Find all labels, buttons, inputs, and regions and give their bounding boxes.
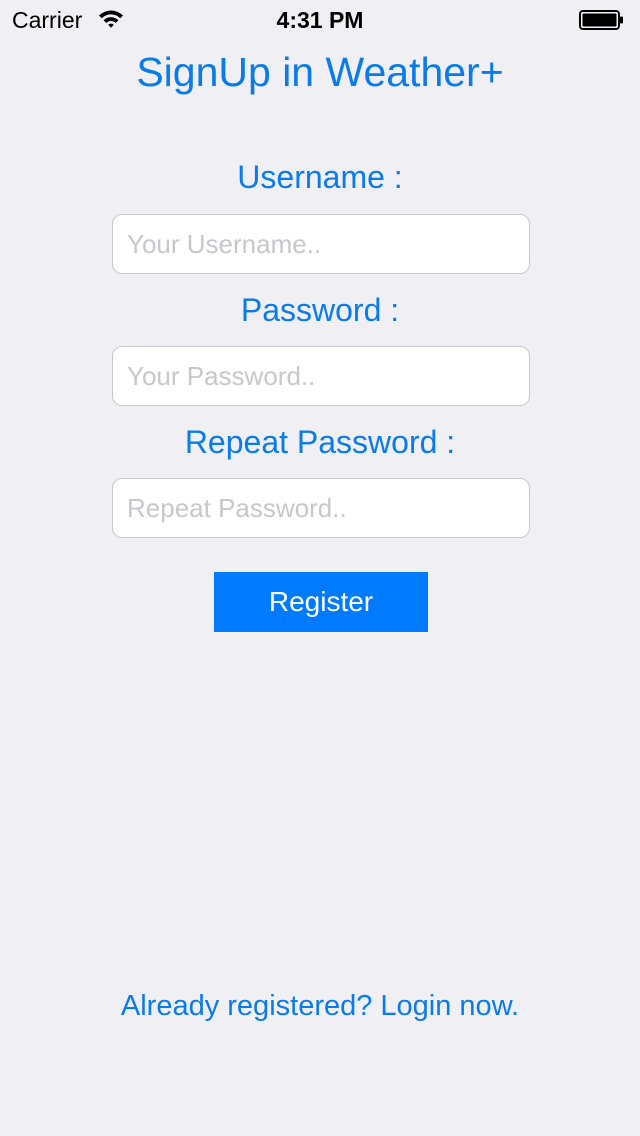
login-link[interactable]: Already registered? Login now. — [0, 988, 640, 1024]
username-input[interactable] — [112, 214, 530, 274]
username-label: Username : — [237, 159, 403, 195]
password-input[interactable] — [112, 346, 530, 406]
register-button[interactable]: Register — [214, 572, 428, 632]
repeat-password-input[interactable] — [112, 478, 530, 538]
battery-icon — [579, 10, 623, 30]
status-bar: Carrier 4:31 PM — [0, 0, 640, 40]
page-title: SignUp in Weather+ — [136, 49, 504, 95]
clock-time: 4:31 PM — [276, 7, 364, 33]
password-label: Password : — [240, 292, 400, 328]
repeat-password-label: Repeat Password : — [184, 424, 456, 460]
